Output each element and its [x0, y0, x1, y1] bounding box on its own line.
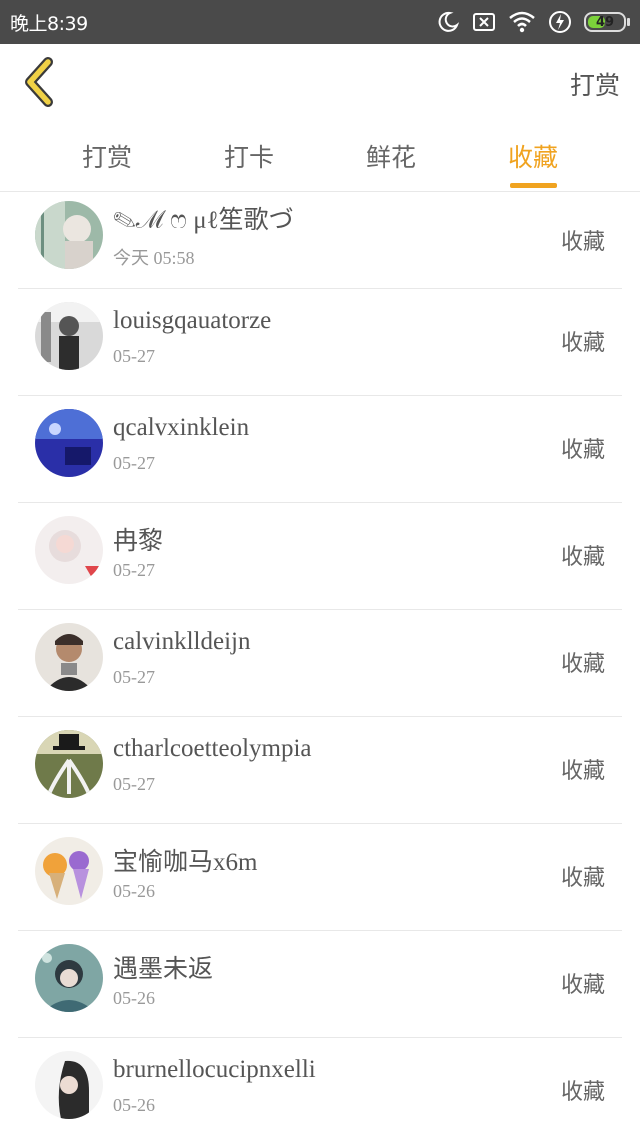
back-button[interactable]	[18, 56, 64, 108]
favorite-label: 收藏	[560, 229, 605, 254]
tab-bar: 打赏 打卡 鲜花 收藏	[0, 124, 640, 192]
wifi-icon	[508, 10, 536, 34]
user-name: calvinklldeijn	[113, 628, 251, 655]
favorite-date: 05-27	[113, 560, 155, 580]
avatar	[35, 730, 103, 798]
list-item[interactable]: qcalvxinklein 05-27 收藏	[18, 396, 622, 503]
avatar	[35, 302, 103, 370]
avatar	[35, 1051, 103, 1119]
tab-reward[interactable]: 打赏	[57, 138, 157, 174]
battery-level: 49	[595, 14, 615, 30]
battery-body: 49	[584, 12, 626, 32]
user-name: louisgqauatorze	[113, 307, 272, 334]
list-item[interactable]: ✎ℳ ෆ μℓ笙歌づ 今天 05:58 收藏	[18, 192, 622, 289]
favorite-label: 收藏	[560, 651, 605, 676]
tab-checkin[interactable]: 打卡	[199, 138, 299, 174]
list-item[interactable]: 冉黎 05-27 收藏	[18, 503, 622, 610]
list-item[interactable]: louisgqauatorze 05-27 收藏	[18, 289, 622, 396]
user-name: qcalvxinklein	[113, 414, 250, 441]
status-bar: 晚上8:39 49	[0, 0, 640, 44]
user-name: 宝愉咖马x6m	[113, 849, 258, 876]
avatar	[35, 409, 103, 477]
chevron-left-icon	[25, 57, 53, 107]
avatar	[35, 516, 103, 584]
status-time: 晚上8:39	[10, 13, 88, 35]
user-name: brurnellocucipnxelli	[113, 1056, 316, 1083]
favorite-label: 收藏	[560, 758, 605, 783]
reward-header-button[interactable]: 打赏	[570, 66, 620, 102]
user-name: 冉黎	[113, 528, 164, 555]
favorite-label: 收藏	[560, 865, 605, 890]
list-item[interactable]: 宝愉咖马x6m 05-26 收藏	[18, 824, 622, 931]
favorite-label: 收藏	[560, 437, 605, 462]
favorite-date: 今天 05:58	[113, 248, 195, 268]
favorite-date: 05-27	[113, 774, 155, 794]
favorite-label: 收藏	[560, 1079, 605, 1104]
favorite-date: 05-27	[113, 346, 155, 366]
no-sim-icon	[472, 11, 496, 33]
user-name: 遇墨未返	[113, 956, 214, 983]
favorite-date: 05-26	[113, 1095, 155, 1115]
favorites-list: ✎ℳ ෆ μℓ笙歌づ 今天 05:58 收藏 louisgqauatorze 0…	[0, 192, 640, 1138]
favorite-date: 05-27	[113, 667, 155, 687]
favorite-date: 05-26	[113, 988, 155, 1008]
favorite-label: 收藏	[560, 330, 605, 355]
avatar	[35, 201, 103, 269]
avatar	[35, 837, 103, 905]
moon-icon	[436, 10, 460, 34]
favorite-label: 收藏	[560, 972, 605, 997]
favorite-date: 05-26	[113, 881, 155, 901]
active-tab-indicator	[510, 183, 557, 188]
list-item[interactable]: calvinklldeijn 05-27 收藏	[18, 610, 622, 717]
list-item[interactable]: brurnellocucipnxelli 05-26 收藏	[18, 1038, 622, 1138]
app-header: 打赏	[0, 44, 640, 124]
tab-favorites[interactable]: 收藏	[483, 138, 583, 174]
favorite-label: 收藏	[560, 544, 605, 569]
battery-tip	[627, 18, 630, 26]
user-name: ✎ℳ ෆ μℓ笙歌づ	[113, 207, 294, 234]
status-icons: 49	[424, 8, 630, 36]
charging-icon	[548, 10, 572, 34]
battery-icon: 49	[584, 12, 630, 32]
avatar	[35, 623, 103, 691]
list-item[interactable]: ctharlcoetteolympia 05-27 收藏	[18, 717, 622, 824]
favorite-date: 05-27	[113, 453, 155, 473]
avatar	[35, 944, 103, 1012]
user-name: ctharlcoetteolympia	[113, 735, 312, 762]
tab-flowers[interactable]: 鲜花	[341, 138, 441, 174]
list-item[interactable]: 遇墨未返 05-26 收藏	[18, 931, 622, 1038]
